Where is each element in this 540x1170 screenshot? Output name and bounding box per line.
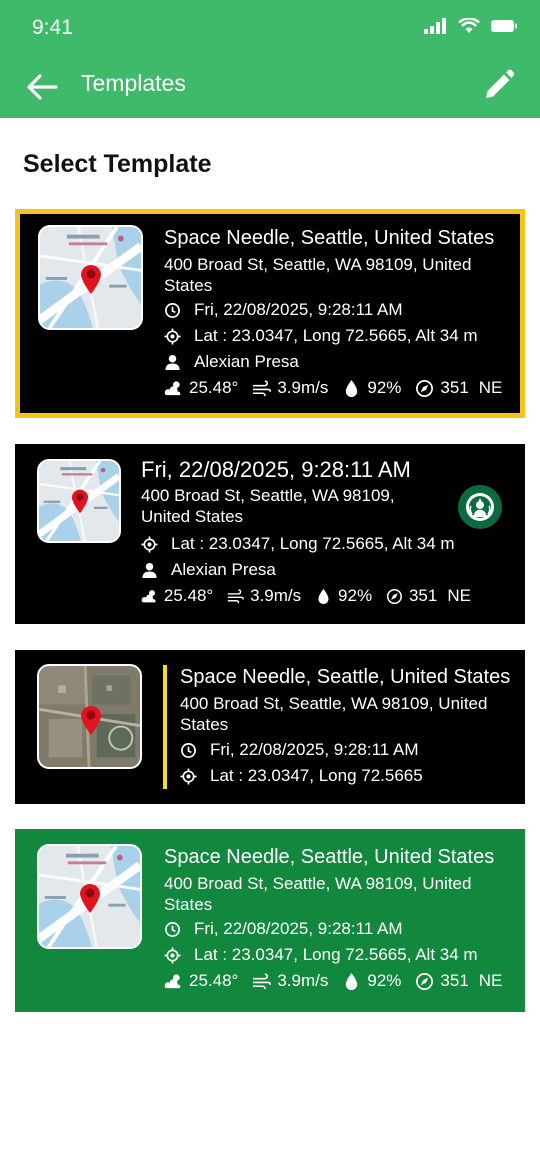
date-time: Fri, 22/08/2025, 9:28:11 AM	[194, 919, 403, 938]
coordinates: Lat : 23.0347, Long 72.5665, Alt 34 m	[194, 326, 478, 345]
wind-speed: 3.9m/s	[250, 586, 302, 605]
template-card-4[interactable]: Space Needle, Seattle, United States 400…	[15, 829, 525, 1012]
status-time: 9:41	[32, 16, 73, 39]
place-name: Space Needle, Seattle, United States	[164, 846, 495, 868]
user-name: Alexian Presa	[194, 352, 299, 371]
person-icon	[165, 354, 180, 370]
location-target-icon	[164, 946, 181, 964]
template-card-1[interactable]: Space Needle, Seattle, United States 400…	[15, 209, 525, 418]
compass-icon	[416, 379, 434, 397]
humidity-drop-icon	[346, 379, 358, 397]
clock-icon	[165, 921, 180, 937]
status-icons	[424, 18, 518, 34]
clock-icon	[165, 302, 180, 318]
coordinates: Lat : 23.0347, Long 72.5665, Alt 34 m	[194, 945, 478, 964]
humidity-drop-icon	[346, 972, 358, 990]
address: 400 Broad St, Seattle, WA 98109, United …	[164, 255, 472, 295]
app-bar: Templates	[0, 56, 540, 118]
battery-icon	[491, 20, 517, 32]
satellite-thumbnail	[37, 664, 142, 769]
humidity: 92%	[338, 586, 373, 605]
address: 400 Broad St, Seattle, WA 98109, United …	[164, 874, 472, 914]
wind-icon	[253, 379, 272, 396]
date-time-title: Fri, 22/08/2025, 9:28:11 AM	[141, 457, 411, 482]
user-name: Alexian Presa	[171, 560, 276, 579]
address: 400 Broad St, Seattle, WA 98109, United …	[180, 694, 488, 734]
compass-heading: 351	[440, 971, 469, 990]
person-icon	[142, 562, 157, 578]
wind-icon	[253, 972, 272, 989]
signal-icon	[424, 18, 446, 34]
map-thumbnail	[37, 459, 121, 543]
map-pin-icon	[70, 488, 90, 514]
back-arrow-icon[interactable]	[24, 69, 60, 105]
humidity: 92%	[367, 378, 402, 397]
temperature: 25.48°	[189, 378, 239, 397]
location-target-icon	[141, 535, 158, 553]
compass-heading: 351	[440, 378, 469, 397]
edit-pencil-icon[interactable]	[482, 68, 516, 102]
humidity-drop-icon	[318, 588, 329, 604]
compass-heading: 351	[408, 586, 438, 605]
weather-icon	[141, 589, 156, 602]
wifi-icon	[458, 18, 480, 33]
wind-speed: 3.9m/s	[277, 378, 329, 397]
starbucks-logo	[458, 485, 502, 529]
map-pin-icon	[79, 704, 103, 736]
clock-icon	[181, 742, 196, 758]
accent-bar	[163, 665, 167, 789]
compass-direction: NE	[447, 586, 471, 605]
place-name: Space Needle, Seattle, United States	[164, 227, 495, 249]
location-target-icon	[164, 327, 181, 345]
template-card-2[interactable]: Fri, 22/08/2025, 9:28:11 AM 400 Broad St…	[15, 444, 525, 624]
page-title: Templates	[81, 70, 186, 96]
compass-direction: NE	[478, 971, 503, 990]
compass-icon	[416, 972, 434, 990]
weather-icon	[164, 973, 181, 988]
humidity: 92%	[367, 971, 402, 990]
compass-direction: NE	[478, 378, 503, 397]
wind-icon	[228, 588, 245, 603]
address: 400 Broad St, Seattle, WA 98109, United …	[141, 486, 395, 526]
coordinates: Lat : 23.0347, Long 72.5665, Alt 34 m	[171, 534, 455, 553]
map-thumbnail	[38, 225, 143, 330]
map-pin-icon	[78, 882, 102, 914]
coordinates: Lat : 23.0347, Long 72.5665	[210, 766, 423, 785]
temperature: 25.48°	[163, 586, 214, 605]
status-bar: 9:41	[0, 0, 540, 56]
location-target-icon	[180, 767, 197, 785]
compass-icon	[387, 588, 403, 604]
weather-icon	[164, 380, 181, 395]
date-time: Fri, 22/08/2025, 9:28:11 AM	[210, 740, 419, 759]
date-time: Fri, 22/08/2025, 9:28:11 AM	[194, 300, 403, 319]
section-heading: Select Template	[23, 150, 212, 178]
wind-speed: 3.9m/s	[277, 971, 329, 990]
template-card-3[interactable]: Space Needle, Seattle, United States 400…	[15, 650, 525, 804]
temperature: 25.48°	[189, 971, 239, 990]
place-name: Space Needle, Seattle, United States	[180, 666, 511, 688]
map-pin-icon	[79, 263, 103, 295]
map-thumbnail	[37, 844, 142, 949]
